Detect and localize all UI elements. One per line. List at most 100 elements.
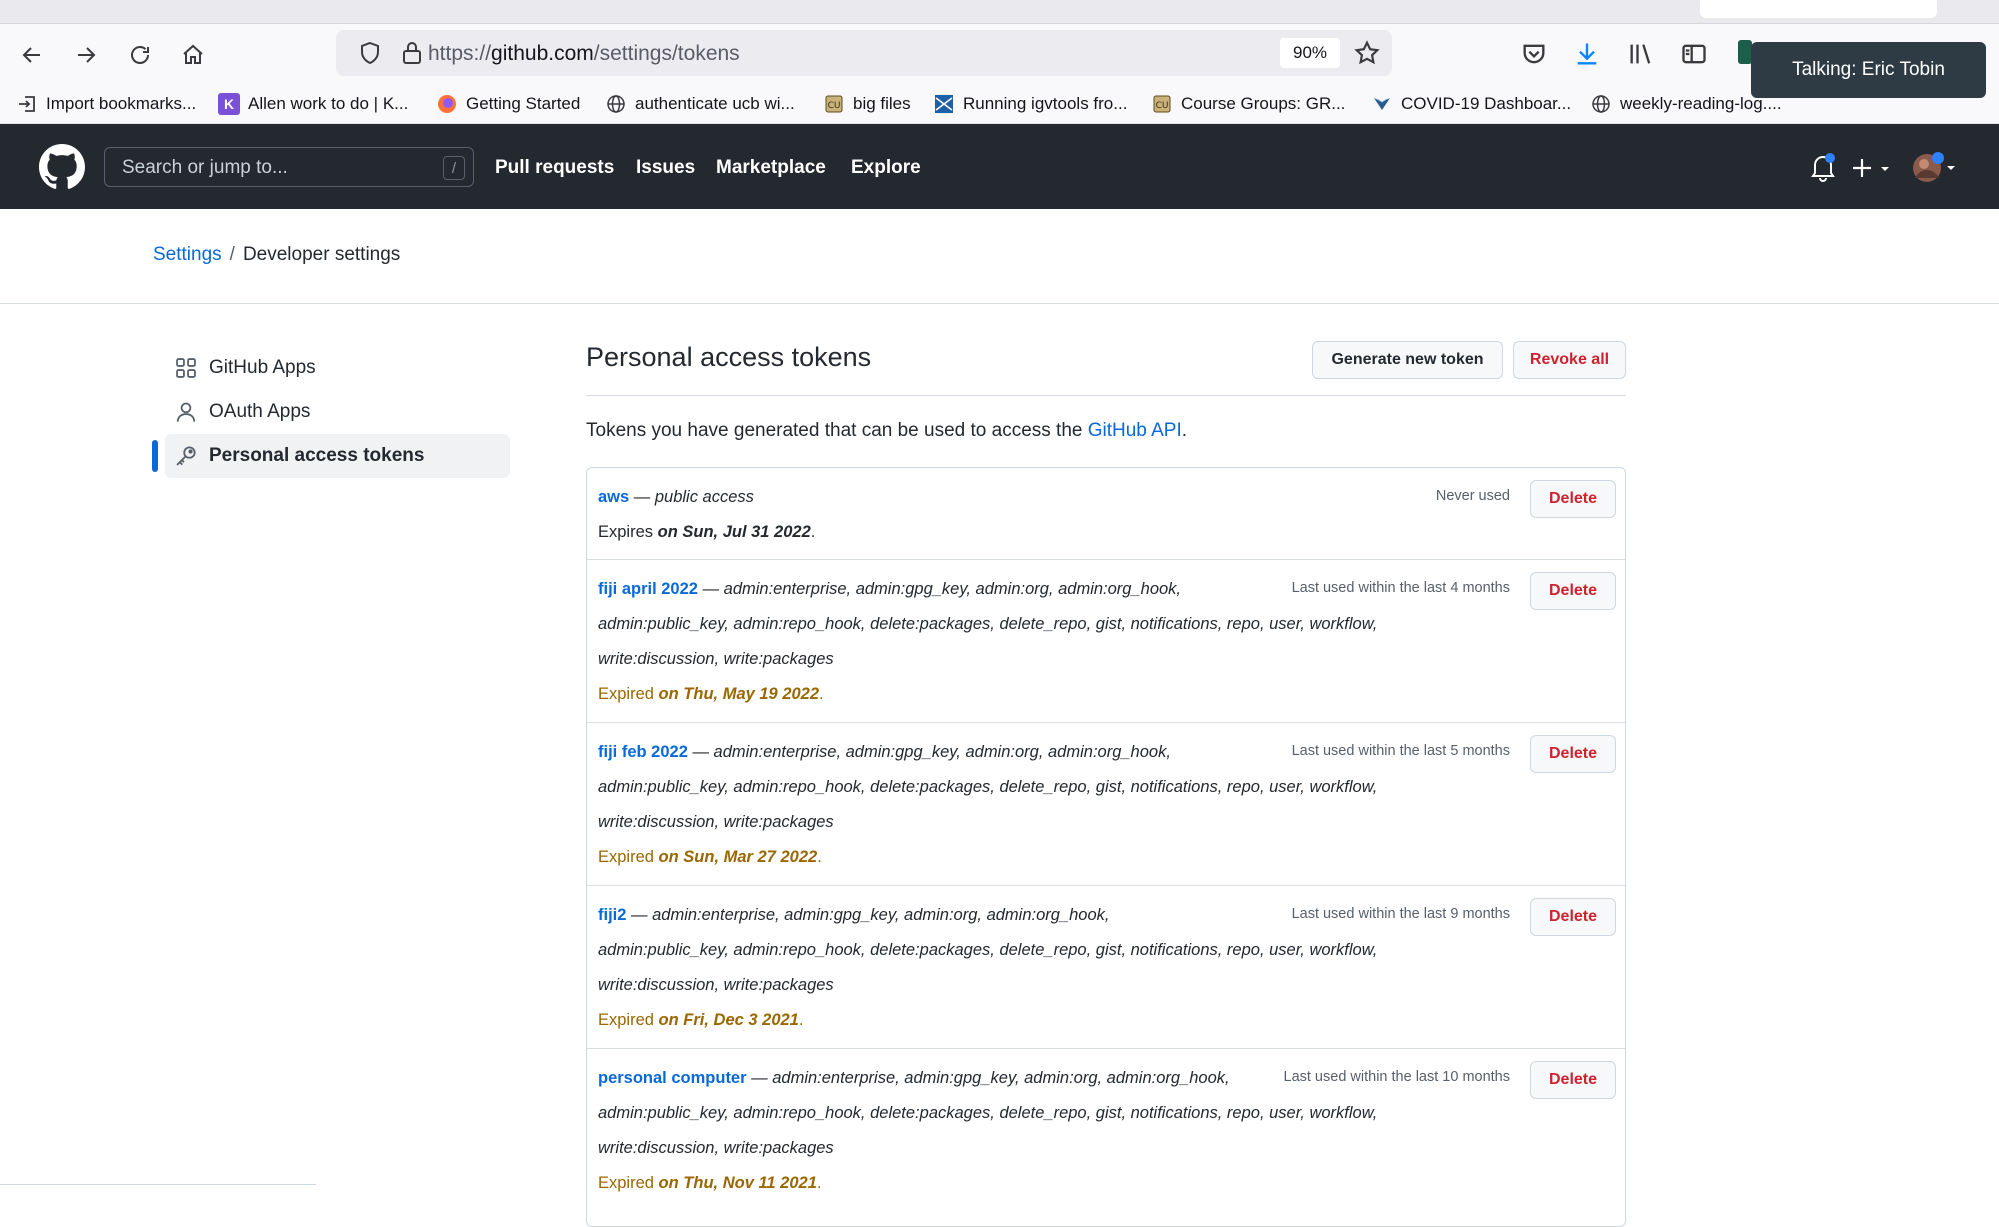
bookmark-import[interactable]: Import bookmarks... (16, 92, 196, 116)
seal-icon: CU (1151, 93, 1173, 115)
key-icon (176, 446, 196, 466)
bookmark-big-files[interactable]: CU big files (823, 92, 911, 116)
token-row: personal computer — admin:enterprise, ad… (587, 1049, 1625, 1212)
token-scopes-line-2: admin:public_key, admin:repo_hook, delet… (598, 615, 1378, 633)
token-scopes-line-2: admin:public_key, admin:repo_hook, delet… (598, 1104, 1378, 1122)
github-search-input[interactable]: Search or jump to... / (104, 147, 474, 187)
token-name-link[interactable]: aws (598, 488, 629, 506)
revoke-all-button[interactable]: Revoke all (1513, 341, 1626, 379)
firefox-icon (436, 93, 458, 115)
sidebar-item-label: GitHub Apps (209, 357, 316, 378)
library-button[interactable] (1627, 40, 1657, 70)
talking-notification: Talking: Eric Tobin (1751, 42, 1986, 98)
bookmark-allen-work[interactable]: K Allen work to do | K... (218, 92, 408, 116)
pocket-icon (1523, 44, 1545, 64)
token-expiry: Expired on Thu, May 19 2022. (598, 685, 824, 703)
globe-icon (1590, 93, 1612, 115)
bookmark-authenticate-ucb[interactable]: authenticate ucb wi... (605, 92, 795, 116)
pocket-button[interactable] (1520, 40, 1550, 70)
token-scopes: admin:enterprise, admin:gpg_key, admin:o… (652, 906, 1110, 924)
token-name-link[interactable]: personal computer (598, 1069, 747, 1087)
github-header: Search or jump to... / Pull requests Iss… (0, 124, 1999, 209)
shield-icon[interactable] (358, 41, 382, 65)
search-shortcut-key: / (443, 156, 465, 180)
intro-text: Tokens you have generated that can be us… (586, 420, 1187, 442)
svg-text:CU: CU (1156, 101, 1169, 111)
intro-text-body: Tokens you have generated that can be us… (586, 420, 1088, 441)
token-usage-status: Never used (1435, 488, 1510, 504)
nav-pull-requests[interactable]: Pull requests (495, 157, 614, 179)
create-new-plus-icon[interactable] (1852, 157, 1892, 179)
url-text[interactable]: https://github.com/settings/tokens (428, 42, 740, 66)
github-logo-icon[interactable] (39, 144, 85, 190)
breadcrumb-current: Developer settings (242, 244, 401, 265)
extension-icon[interactable] (1738, 40, 1752, 64)
lock-icon[interactable] (400, 40, 424, 66)
breadcrumb-settings-link[interactable]: Settings (153, 244, 222, 265)
home-icon (183, 44, 203, 64)
reload-button[interactable] (123, 38, 157, 72)
nav-marketplace[interactable]: Marketplace (716, 157, 826, 179)
bookmark-label: Course Groups: GR... (1181, 94, 1346, 113)
svg-text:CU: CU (828, 101, 841, 111)
em-dash: — (687, 743, 714, 761)
github-api-link[interactable]: GitHub API (1088, 420, 1182, 441)
em-dash: — (746, 1069, 773, 1087)
delete-token-button[interactable]: Delete (1530, 1061, 1616, 1099)
expiry-date: on Fri, Dec 3 2021 (658, 1011, 799, 1029)
bookmark-getting-started[interactable]: Getting Started (436, 92, 580, 116)
sidebar-item-label: OAuth Apps (209, 401, 311, 422)
nav-issues[interactable]: Issues (636, 157, 695, 179)
token-name-link[interactable]: fiji2 (598, 906, 626, 924)
token-header-line: fiji feb 2022 — admin:enterprise, admin:… (598, 743, 1171, 762)
person-icon (176, 402, 196, 422)
token-scopes: admin:enterprise, admin:gpg_key, admin:o… (723, 580, 1182, 598)
url-host: github.com (491, 42, 594, 65)
bookmark-course-groups[interactable]: CU Course Groups: GR... (1151, 92, 1345, 116)
page-title: Personal access tokens (586, 342, 872, 372)
active-browser-tab[interactable] (1700, 0, 1937, 18)
arrow-right-icon (78, 47, 96, 63)
bookmark-label: authenticate ucb wi... (635, 94, 795, 113)
token-scopes: admin:enterprise, admin:gpg_key, admin:o… (772, 1069, 1230, 1087)
seal-icon: CU (823, 93, 845, 115)
delete-token-button[interactable]: Delete (1530, 898, 1616, 936)
delete-token-button[interactable]: Delete (1530, 480, 1616, 518)
token-scopes-line-2: admin:public_key, admin:repo_hook, delet… (598, 778, 1378, 796)
sidebar-item-personal-access-tokens[interactable]: Personal access tokens (165, 434, 510, 478)
nav-explore[interactable]: Explore (851, 157, 921, 179)
sidebar-toggle-button[interactable] (1680, 40, 1710, 70)
home-button[interactable] (176, 38, 210, 72)
token-scopes-line-3: write:discussion, write:packages (598, 650, 834, 668)
bookmark-igvtools[interactable]: Running igvtools fro... (933, 92, 1127, 116)
sidebar-item-oauth-apps[interactable]: OAuth Apps (165, 390, 510, 434)
reload-icon (131, 46, 149, 64)
title-divider (586, 395, 1626, 396)
zoom-level-button[interactable]: 90% (1280, 38, 1340, 68)
downloads-button[interactable] (1573, 40, 1603, 70)
arrow-left-icon (22, 47, 40, 63)
notifications-bell-icon[interactable] (1810, 152, 1836, 182)
delete-token-button[interactable]: Delete (1530, 735, 1616, 773)
forward-button[interactable] (69, 38, 103, 72)
bookmark-label: Getting Started (466, 94, 581, 113)
address-bar[interactable]: https://github.com/settings/tokens 90% (336, 30, 1392, 76)
delete-token-button[interactable]: Delete (1530, 572, 1616, 610)
generate-new-token-button[interactable]: Generate new token (1312, 341, 1503, 379)
token-name-link[interactable]: fiji feb 2022 (598, 743, 688, 761)
bookmark-star-icon[interactable] (1354, 40, 1380, 66)
user-avatar-menu[interactable] (1910, 150, 1958, 184)
breadcrumb-separator: / (229, 244, 235, 265)
sidebar-item-github-apps[interactable]: GitHub Apps (165, 346, 510, 390)
browser-toolbar: https://github.com/settings/tokens 90% (0, 24, 1999, 84)
em-dash: — (626, 906, 653, 924)
token-name-link[interactable]: fiji april 2022 (598, 580, 698, 598)
token-expiry: Expired on Thu, Nov 11 2021. (598, 1174, 822, 1192)
back-button[interactable] (15, 38, 49, 72)
token-row: fiji feb 2022 — admin:enterprise, admin:… (587, 723, 1625, 886)
expiry-prefix: Expires (598, 523, 654, 541)
expiry-date: on Thu, Nov 11 2021 (658, 1174, 817, 1192)
bookmark-covid-dashboard[interactable]: COVID-19 Dashboar... (1371, 92, 1571, 116)
bookmark-label: Allen work to do | K... (248, 94, 409, 113)
token-scopes-line-3: write:discussion, write:packages (598, 813, 834, 831)
